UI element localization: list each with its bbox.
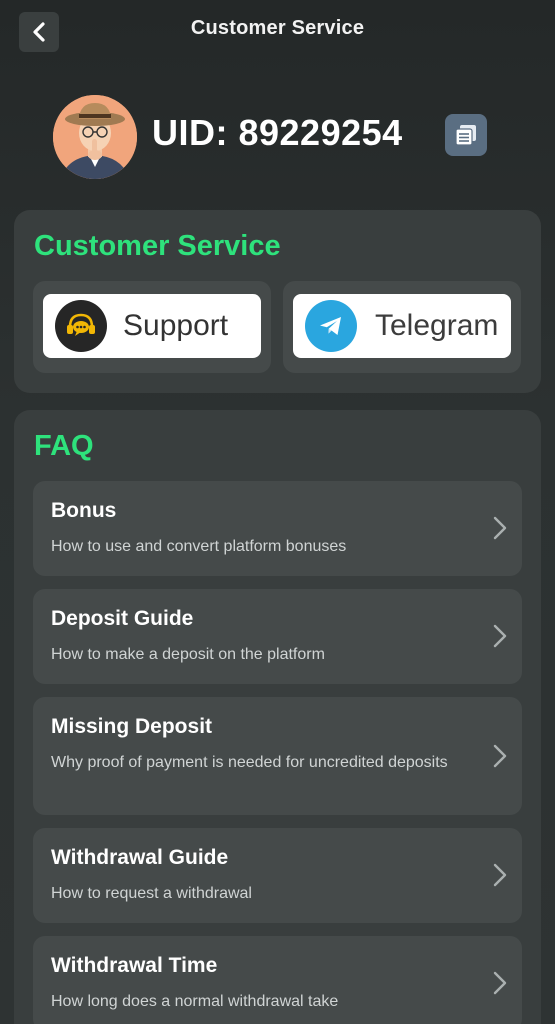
copy-icon (455, 125, 476, 146)
faq-item-withdrawal-time[interactable]: Withdrawal Time How long does a normal w… (33, 936, 522, 1024)
avatar (53, 95, 137, 179)
faq-item-withdrawal-guide[interactable]: Withdrawal Guide How to request a withdr… (33, 828, 522, 923)
faq-answer: How long does a normal withdrawal take (51, 993, 339, 1010)
profile-section: UID: 89229254 (0, 90, 555, 180)
faq-answer: How to request a withdrawal (51, 885, 252, 902)
chevron-right-icon (493, 863, 507, 887)
customer-service-card: Customer Service Support Telegram (14, 210, 541, 393)
top-bar: Customer Service (0, 0, 555, 60)
support-label: Support (123, 309, 229, 342)
chevron-right-icon (493, 744, 507, 768)
telegram-label: Telegram (375, 309, 499, 342)
faq-answer: How to use and convert platform bonuses (51, 538, 347, 555)
faq-question: Bonus (51, 499, 117, 522)
uid-text: UID: 89229254 (152, 112, 403, 153)
headset-chat-icon (55, 300, 107, 352)
faq-answer: How to make a deposit on the platform (51, 646, 325, 663)
faq-question: Missing Deposit (51, 715, 213, 738)
faq-question: Deposit Guide (51, 607, 194, 630)
faq-item-missing-deposit[interactable]: Missing Deposit Why proof of payment is … (33, 697, 522, 815)
telegram-button[interactable]: Telegram (293, 294, 511, 358)
faq-question: Withdrawal Guide (51, 846, 229, 869)
page-title: Customer Service (190, 17, 365, 39)
telegram-tile: Telegram (283, 281, 521, 373)
support-button[interactable]: Support (43, 294, 261, 358)
customer-service-heading: Customer Service (34, 230, 281, 262)
chevron-right-icon (493, 624, 507, 648)
faq-card: FAQ Bonus How to use and convert platfor… (14, 410, 541, 1024)
faq-item-deposit-guide[interactable]: Deposit Guide How to make a deposit on t… (33, 589, 522, 684)
customer-service-page: Customer Service UID: 89229254 Customer … (0, 0, 555, 1024)
telegram-icon (305, 300, 357, 352)
faq-heading: FAQ (34, 430, 94, 462)
copy-uid-button[interactable] (445, 114, 487, 156)
faq-item-bonus[interactable]: Bonus How to use and convert platform bo… (33, 481, 522, 576)
faq-question: Withdrawal Time (51, 954, 218, 977)
chevron-right-icon (493, 516, 507, 540)
chevron-right-icon (493, 971, 507, 995)
support-tile: Support (33, 281, 271, 373)
faq-answer: Why proof of payment is needed for uncre… (51, 754, 448, 771)
